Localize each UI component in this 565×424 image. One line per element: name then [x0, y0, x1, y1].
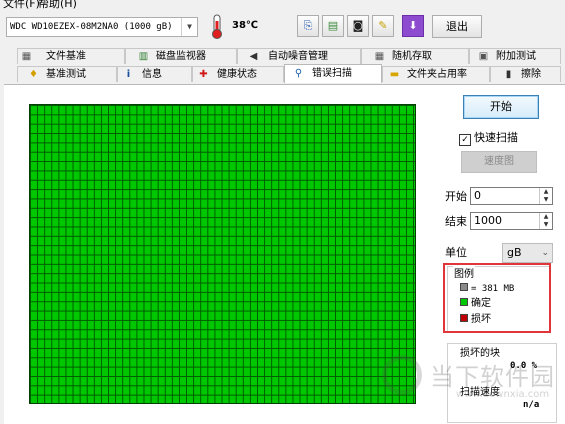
file-benchmark-icon: ▦ [21, 51, 32, 62]
tab-label: 错误扫描 [312, 68, 352, 79]
trash-icon: ▮ [505, 69, 512, 80]
thermometer-icon [212, 14, 222, 39]
tab-label: 文件基准 [46, 51, 86, 62]
menu-file[interactable]: 文件(F) [3, 0, 40, 9]
quick-scan-option[interactable]: ✓ 快速扫描 [459, 129, 518, 146]
tab-label: 健康状态 [217, 69, 257, 80]
watermark: 当下软件园 www.downxia.com [380, 355, 560, 410]
tools-icon: ✎ [378, 19, 388, 32]
tab-label: 基准测试 [46, 69, 86, 80]
end-field[interactable]: 1000 ▲ ▼ [470, 212, 553, 230]
copy-icon: ⎘ [303, 19, 313, 32]
tab-health[interactable]: ✚ 健康状态 [192, 66, 284, 82]
watermark-logo-icon [382, 355, 422, 395]
speed-map-button[interactable]: 速度图 [461, 151, 537, 173]
quick-scan-checkbox[interactable]: ✓ [459, 134, 471, 146]
copy-button[interactable]: ⎘ [297, 15, 319, 37]
start-field-label: 开始 [445, 190, 467, 203]
magnifier-icon: ⚲ [294, 68, 303, 79]
tab-row-lower: ♦ 基准测试 i 信息 ✚ 健康状态 ⚲ 错误扫描 ▬ 文件夹占用率 ▮ 擦除 [0, 64, 565, 83]
random-access-icon: ▦ [374, 51, 385, 62]
tab-error-scan[interactable]: ⚲ 错误扫描 [284, 64, 382, 83]
unit-label: 单位 [445, 246, 467, 259]
folder-icon: ▬ [389, 69, 400, 80]
health-cross-icon: ✚ [199, 69, 208, 80]
unit-select-value: gB [507, 246, 522, 259]
disk-monitor-icon: ▥ [138, 51, 149, 62]
benchmark-icon: ♦ [29, 69, 38, 80]
end-field-value: 1000 [474, 214, 502, 227]
temperature-readout: 38℃ [232, 20, 259, 31]
tab-label: 文件夹占用率 [407, 69, 467, 80]
tab-info[interactable]: i 信息 [117, 66, 192, 82]
chevron-down-icon[interactable]: ▼ [181, 18, 197, 36]
tab-benchmark[interactable]: ♦ 基准测试 [17, 66, 117, 82]
menu-help[interactable]: 帮助(H) [38, 0, 77, 9]
tab-label: 擦除 [521, 69, 541, 80]
save-icon: ▤ [327, 19, 339, 32]
watermark-text: 当下软件园 [430, 363, 555, 391]
start-field[interactable]: 0 ▲ ▼ [470, 187, 553, 205]
spin-arrows-icon[interactable]: ▲ ▼ [539, 213, 552, 229]
tab-erase[interactable]: ▮ 擦除 [490, 66, 561, 82]
end-field-label: 结束 [445, 215, 467, 228]
tab-random-access[interactable]: ▦ 随机存取 [361, 48, 469, 64]
tools-button[interactable]: ✎ [372, 15, 394, 37]
spin-arrows-icon[interactable]: ▲ ▼ [539, 188, 552, 204]
start-field-value: 0 [474, 189, 481, 202]
tab-extra-tests[interactable]: ▣ 附加测试 [469, 48, 561, 64]
exit-button[interactable]: 退出 [432, 15, 482, 38]
tab-folder-usage[interactable]: ▬ 文件夹占用率 [382, 66, 490, 82]
tab-label: 信息 [142, 69, 162, 80]
tab-label: 附加测试 [496, 51, 536, 62]
drive-select[interactable]: WDC WD10EZEX-08M2NA0 (1000 gB) ▼ [6, 17, 198, 37]
tab-row-upper: ▦ 文件基准 ▥ 磁盘监视器 ◀ 自动噪音管理 ▦ 随机存取 ▣ 附加测试 [0, 48, 565, 65]
unit-select[interactable]: gB ⌄ [502, 243, 553, 263]
save-button[interactable]: ▤ [322, 15, 344, 37]
extra-tests-icon: ▣ [478, 51, 489, 62]
drive-select-value: WDC WD10EZEX-08M2NA0 (1000 gB) [10, 22, 173, 32]
menu-bar: 文件(F) 帮助(H) [0, 0, 565, 9]
speaker-icon: ◀ [249, 51, 258, 62]
tab-label: 自动噪音管理 [268, 51, 328, 62]
quick-scan-label: 快速扫描 [474, 131, 518, 144]
info-icon: i [126, 69, 131, 80]
legend-highlight-frame [443, 263, 551, 333]
screenshot-button[interactable]: ◙ [347, 15, 369, 37]
tab-disk-monitor[interactable]: ▥ 磁盘监视器 [125, 48, 237, 64]
download-button[interactable]: ⬇ [402, 15, 424, 37]
chevron-down-icon: ⌄ [541, 248, 549, 258]
download-icon: ⬇ [408, 19, 418, 32]
tab-label: 磁盘监视器 [156, 51, 206, 62]
start-scan-button[interactable]: 开始 [463, 95, 539, 119]
watermark-url: www.downxia.com [456, 389, 550, 400]
camera-icon: ◙ [352, 19, 364, 32]
scan-block-grid [29, 104, 416, 404]
tab-label: 随机存取 [392, 51, 432, 62]
tab-aam[interactable]: ◀ 自动噪音管理 [237, 48, 361, 64]
tab-file-benchmark[interactable]: ▦ 文件基准 [17, 48, 125, 64]
